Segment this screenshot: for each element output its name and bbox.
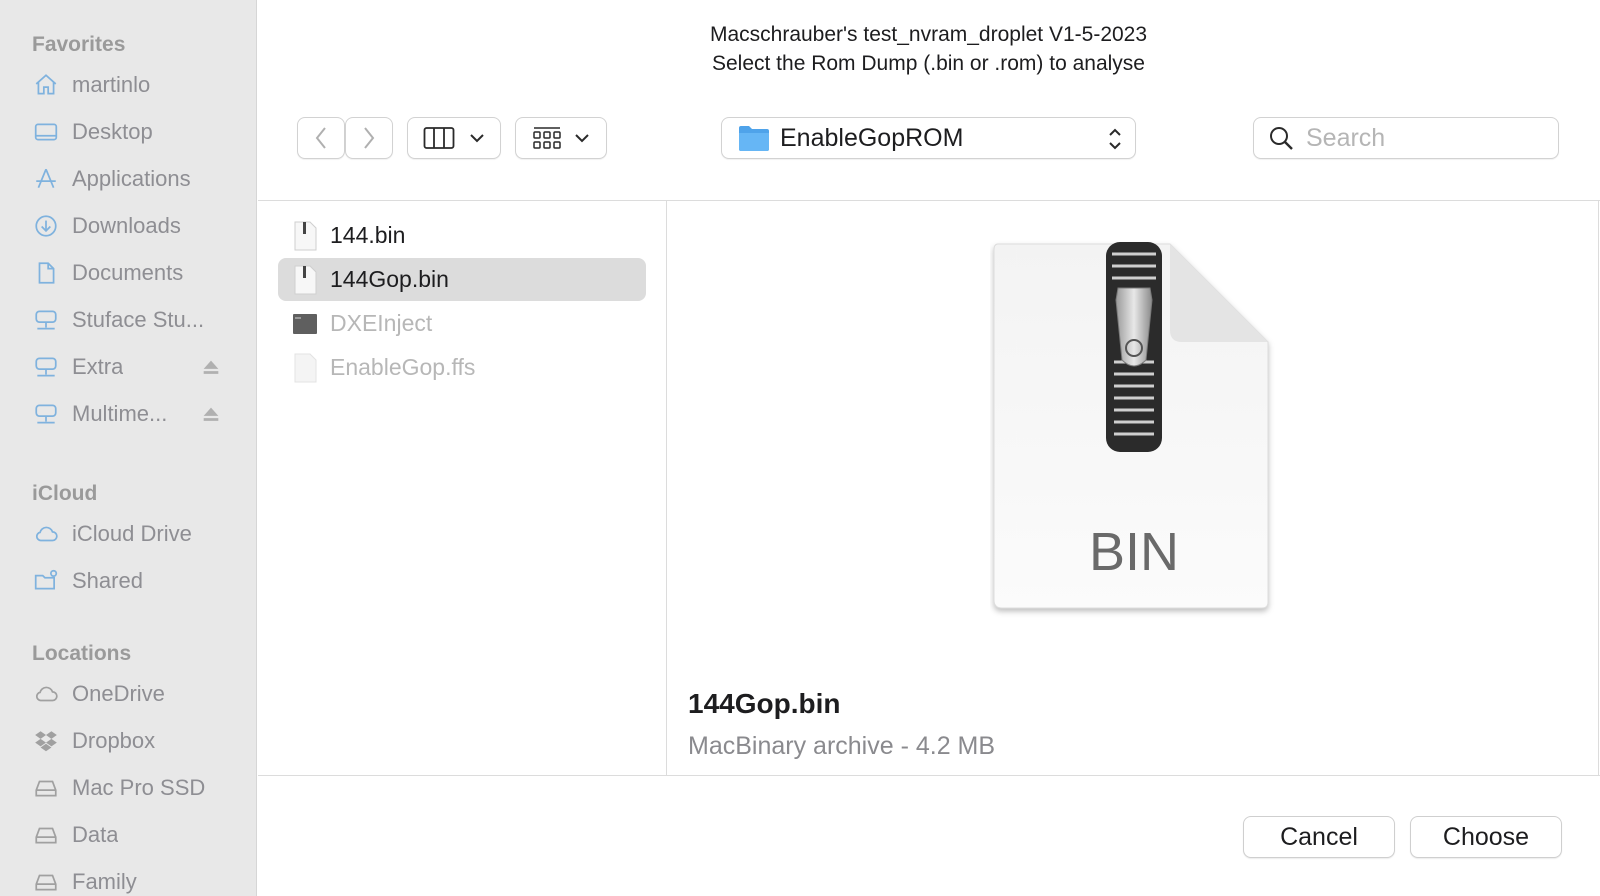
view-mode-button[interactable] (407, 117, 501, 159)
choose-button[interactable]: Choose (1410, 816, 1562, 858)
dialog-title-line2: Select the Rom Dump (.bin or .rom) to an… (711, 52, 1145, 75)
columns-view-icon (423, 127, 455, 149)
sidebar-item-label: Extra (72, 354, 124, 379)
preview-file-meta: MacBinary archive - 4.2 MB (688, 732, 996, 760)
sidebar-item-home[interactable]: martinlo (32, 67, 222, 103)
sidebar-item-label: Applications (72, 166, 191, 191)
shared-folder-icon (32, 567, 60, 595)
file-row-dxeinject: DXEInject (278, 302, 646, 345)
home-icon (32, 71, 60, 99)
file-row-enablegop-ffs: EnableGop.ffs (278, 346, 646, 389)
drive-icon (32, 821, 60, 849)
eject-icon[interactable] (200, 403, 222, 425)
sidebar-item-label: Dropbox (72, 728, 156, 753)
sidebar-section-locations: Locations (32, 642, 132, 665)
current-folder-name: EnableGopROM (780, 123, 964, 152)
sidebar-item-desktop[interactable]: Desktop (32, 114, 222, 150)
sidebar-item-label: martinlo (72, 72, 151, 97)
sidebar-item-downloads[interactable]: Downloads (32, 208, 222, 244)
cloud-icon (32, 520, 60, 548)
applications-icon (32, 165, 60, 193)
bin-file-icon (294, 221, 317, 250)
dropbox-icon (32, 727, 60, 755)
network-drive-icon (32, 353, 60, 381)
sidebar-item-label: Desktop (72, 119, 153, 144)
sidebar-item-label: OneDrive (72, 681, 165, 706)
sidebar-item-label: Family (72, 869, 137, 894)
chevron-right-icon (364, 127, 375, 149)
file-row-144gop-bin[interactable]: 144Gop.bin (278, 258, 646, 301)
group-by-button[interactable] (515, 117, 607, 159)
sidebar-item-label: Shared (72, 568, 143, 593)
search-field[interactable] (1253, 117, 1559, 159)
dialog-title: Macschrauber's test_nvram_droplet V1-5-2… (257, 20, 1600, 78)
preview-icon-label: BIN (1089, 522, 1179, 582)
file-name: 144.bin (330, 222, 406, 248)
sidebar-section-favorites: Favorites (32, 33, 126, 56)
desktop-icon (32, 118, 60, 146)
blank-file-icon (294, 353, 317, 382)
forward-button[interactable] (345, 117, 393, 159)
folder-icon (739, 126, 769, 151)
document-icon (32, 259, 60, 287)
eject-icon[interactable] (200, 356, 222, 378)
drive-icon (32, 774, 60, 802)
sidebar-item-label: Data (72, 822, 119, 847)
downloads-icon (32, 212, 60, 240)
sidebar-item-mac-pro-ssd[interactable]: Mac Pro SSD (32, 770, 222, 806)
bin-file-icon (294, 265, 317, 294)
preview-file-name: 144Gop.bin (688, 688, 841, 719)
search-input[interactable] (1306, 123, 1546, 153)
grid-view-icon (533, 127, 561, 149)
sidebar-item-documents[interactable]: Documents (32, 255, 222, 291)
up-down-chevron-icon (1109, 128, 1121, 150)
file-row-144-bin[interactable]: 144.bin (278, 214, 646, 257)
column-divider (666, 200, 667, 775)
preview-right-edge (1598, 200, 1599, 775)
search-icon (1270, 127, 1293, 150)
network-drive-icon (32, 306, 60, 334)
network-drive-icon (32, 400, 60, 428)
content-bottom-divider (258, 775, 1600, 776)
sidebar-item-label: Multime... (72, 401, 168, 426)
sidebar-section-icloud: iCloud (32, 482, 98, 505)
executable-icon (293, 313, 317, 334)
cancel-button[interactable]: Cancel (1243, 816, 1395, 858)
drive-icon (32, 868, 60, 896)
sidebar-item-applications[interactable]: Applications (32, 161, 222, 197)
sidebar-item-label: Documents (72, 260, 184, 285)
chevron-down-icon (470, 134, 484, 143)
sidebar-item-icloud-drive[interactable]: iCloud Drive (32, 516, 222, 552)
sidebar-item-label: Stuface Stu... (72, 307, 205, 332)
sidebar-item-stuface[interactable]: Stuface Stu... (32, 302, 222, 338)
file-name: 144Gop.bin (330, 266, 449, 292)
toolbar-divider (258, 200, 1600, 201)
back-button[interactable] (297, 117, 345, 159)
sidebar-item-onedrive[interactable]: OneDrive (32, 676, 222, 712)
archive-file-preview-icon: BIN (993, 242, 1269, 609)
sidebar-item-label: Downloads (72, 213, 181, 238)
chevron-left-icon (315, 127, 326, 149)
sidebar: Favorites martinlo Desktop Applications … (0, 0, 257, 896)
sidebar-item-shared[interactable]: Shared (32, 563, 222, 599)
sidebar-item-multimedia[interactable]: Multime... (32, 396, 222, 432)
folder-path-popup[interactable]: EnableGopROM (721, 117, 1136, 159)
sidebar-item-label: Mac Pro SSD (72, 775, 206, 800)
sidebar-item-data[interactable]: Data (32, 817, 222, 853)
file-name: DXEInject (330, 310, 433, 336)
file-name: EnableGop.ffs (330, 354, 476, 380)
dialog-title-line1: Macschrauber's test_nvram_droplet V1-5-2… (709, 23, 1148, 46)
sidebar-item-family[interactable]: Family (32, 864, 222, 896)
sidebar-item-dropbox[interactable]: Dropbox (32, 723, 222, 759)
cloud-icon (32, 680, 60, 708)
sidebar-item-extra[interactable]: Extra (32, 349, 222, 385)
sidebar-item-label: iCloud Drive (72, 521, 192, 546)
chevron-down-icon (575, 134, 589, 143)
